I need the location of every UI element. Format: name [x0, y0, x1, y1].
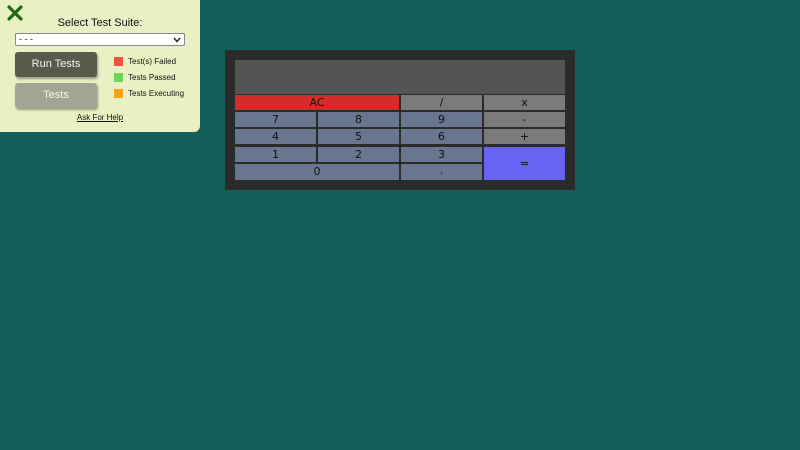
digit-4-button[interactable]: 4	[235, 129, 316, 144]
decimal-button[interactable]: .	[401, 164, 482, 180]
digit-5-button[interactable]: 5	[318, 129, 399, 144]
legend-executing-label: Tests Executing	[128, 89, 185, 98]
calculator: AC / x 7 8 9 - 4 5 6 + 1 2 3 = 0 .	[225, 50, 575, 190]
digit-6-button[interactable]: 6	[401, 129, 482, 144]
executing-swatch	[114, 89, 123, 98]
passed-swatch	[114, 73, 123, 82]
digit-2-button[interactable]: 2	[318, 147, 399, 162]
clear-button[interactable]: AC	[235, 95, 399, 110]
run-tests-button[interactable]: Run Tests	[15, 52, 97, 77]
calculator-display	[235, 60, 565, 94]
digit-8-button[interactable]: 8	[318, 112, 399, 127]
add-button[interactable]: +	[484, 129, 565, 144]
digit-3-button[interactable]: 3	[401, 147, 482, 162]
divide-button[interactable]: /	[401, 95, 482, 110]
test-suite-select-value: - - -	[19, 34, 33, 44]
digit-1-button[interactable]: 1	[235, 147, 316, 162]
tests-button[interactable]: Tests	[15, 83, 97, 108]
equals-button[interactable]: =	[484, 147, 565, 180]
legend-passed-label: Tests Passed	[128, 73, 176, 82]
chevron-down-icon	[173, 36, 181, 44]
multiply-button[interactable]: x	[484, 95, 565, 110]
ask-for-help-link[interactable]: Ask For Help	[0, 113, 200, 122]
failed-swatch	[114, 57, 123, 66]
test-suite-panel: Select Test Suite: - - - Run Tests Tests…	[0, 0, 200, 132]
digit-9-button[interactable]: 9	[401, 112, 482, 127]
suite-select-label: Select Test Suite:	[57, 17, 143, 29]
digit-7-button[interactable]: 7	[235, 112, 316, 127]
digit-0-button[interactable]: 0	[235, 164, 399, 180]
test-suite-select[interactable]: - - -	[15, 33, 185, 46]
legend-failed-label: Test(s) Failed	[128, 57, 177, 66]
subtract-button[interactable]: -	[484, 112, 565, 127]
